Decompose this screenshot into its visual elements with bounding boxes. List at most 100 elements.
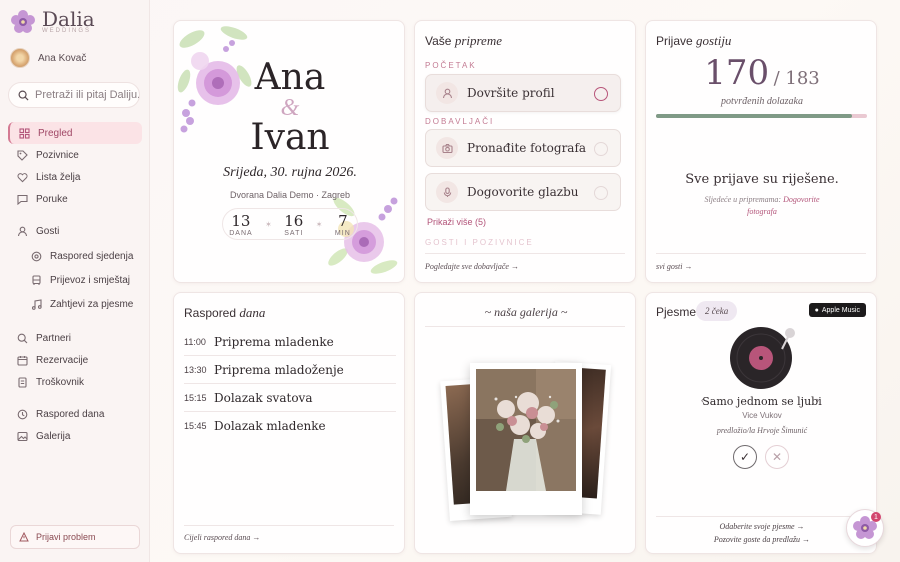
- task-checkbox[interactable]: [594, 186, 608, 200]
- camera-icon: [436, 137, 458, 159]
- search-input[interactable]: Pretraži ili pitaj Daliju...: [35, 89, 139, 101]
- music-note-icon: [30, 298, 42, 310]
- rsvp-count: 170 / 183: [646, 53, 876, 93]
- report-label: Prijavi problem: [36, 532, 96, 542]
- sidebar-item-label: Raspored dana: [36, 408, 105, 420]
- full-schedule-link[interactable]: Cijeli raspored dana →: [184, 533, 260, 542]
- rsvp-done-message: Sve prijave su riješene.: [685, 172, 839, 187]
- countdown-days: 13 DANA: [229, 211, 253, 237]
- all-guests-link[interactable]: svi gosti →: [656, 262, 692, 271]
- task-label: Dogovorite glazbu: [467, 185, 579, 199]
- receipt-icon: [16, 376, 28, 388]
- schedule-row[interactable]: 15:45 Dolazak mladenke: [184, 412, 396, 440]
- sidebar-item-label: Pregled: [38, 127, 73, 139]
- sidebar-item-raspored-sjedenja[interactable]: Raspored sjedenja: [22, 245, 142, 267]
- rsvp-total: / 183: [773, 68, 820, 89]
- user-icon: [436, 82, 458, 104]
- song-artist: Vice Vukov: [742, 411, 782, 420]
- photo-front[interactable]: [470, 363, 582, 515]
- search-icon: [18, 90, 29, 101]
- sidebar-item-partneri[interactable]: Partneri: [8, 327, 142, 349]
- sidebar-item-label: Partneri: [36, 332, 72, 344]
- choose-songs-link[interactable]: Odaberite svoje pjesme →: [646, 522, 876, 531]
- user-name: Ana Kovač: [38, 52, 87, 64]
- search-box[interactable]: Pretraži ili pitaj Daliju...: [8, 82, 140, 108]
- rsvp-confirmed: 170: [704, 53, 770, 93]
- bus-icon: [30, 274, 42, 286]
- apple-icon: ●: [814, 306, 819, 314]
- sidebar: Dalia WEDDINGS Ana Kovač Pretraži ili pi…: [0, 0, 150, 562]
- sidebar-item-label: Raspored sjedenja: [50, 250, 134, 262]
- section-label-guests: GOSTI I POZIVNICE: [425, 238, 534, 247]
- rsvp-progress-fill: [656, 114, 853, 118]
- brand-name: Dalia: [42, 7, 95, 31]
- sidebar-item-gosti[interactable]: Gosti: [8, 220, 142, 242]
- apple-music-badge[interactable]: ● Apple Music: [808, 303, 866, 317]
- sidebar-item-galerija[interactable]: Galerija: [8, 425, 142, 447]
- close-icon: ✕: [771, 450, 783, 464]
- schedule-row[interactable]: 11:00 Priprema mladenke: [184, 328, 396, 356]
- sidebar-item-pregled[interactable]: Pregled: [8, 122, 142, 144]
- task-arrange-music[interactable]: Dogovorite glazbu: [425, 173, 621, 211]
- section-label-vendors: DOBAVLJAČI: [425, 117, 495, 126]
- invite-guests-link[interactable]: Pozovite goste da predlažu →: [646, 535, 876, 544]
- sidebar-item-rezervacije[interactable]: Rezervacije: [8, 349, 142, 371]
- wedding-venue: Dvorana Dalia Demo · Zagreb: [229, 190, 351, 200]
- all-vendors-link[interactable]: Pogledajte sve dobavljače →: [425, 262, 519, 271]
- section-label-start: POČETAK: [425, 61, 477, 70]
- bouquet-photo: [476, 369, 576, 491]
- sidebar-item-label: Zahtjevi za pjesme: [50, 298, 134, 310]
- task-find-photographer[interactable]: Pronađite fotografa: [425, 129, 621, 167]
- task-checkbox[interactable]: [594, 142, 608, 156]
- brand-logo[interactable]: Dalia WEDDINGS: [10, 9, 95, 35]
- rsvp-next-step: Sljedeće u pripremama: Dogovorite fotogra…: [704, 195, 820, 216]
- sidebar-item-label: Pozivnice: [36, 149, 79, 161]
- sidebar-item-prijevoz[interactable]: Prijevoz i smještaj: [22, 269, 142, 291]
- sidebar-item-pozivnice[interactable]: Pozivnice: [8, 144, 142, 166]
- notification-badge: 1: [871, 512, 881, 522]
- microphone-icon: [436, 181, 458, 203]
- assistant-chat-button[interactable]: 1: [846, 509, 884, 547]
- user-profile[interactable]: Ana Kovač: [10, 48, 86, 68]
- pending-badge: 2 čeka: [696, 301, 738, 321]
- sidebar-item-label: Gosti: [36, 225, 60, 237]
- sidebar-item-zahtjevi[interactable]: Zahtjevi za pjesme: [22, 293, 142, 315]
- card-title: Prijave gostiju: [656, 33, 732, 48]
- task-label: Pronađite fotografa: [467, 141, 587, 155]
- next-song-button[interactable]: ›: [816, 395, 819, 405]
- flower-logo-icon: [11, 10, 35, 33]
- heart-icon: [16, 171, 28, 183]
- countdown: 13 DANA ✶ 16 SATI ✶ 7 MIN: [222, 208, 358, 240]
- report-problem-button[interactable]: Prijavi problem: [10, 525, 140, 549]
- calendar-icon: [16, 354, 28, 366]
- sidebar-item-raspored-dana[interactable]: Raspored dana: [8, 403, 142, 425]
- check-icon: ✓: [739, 450, 751, 464]
- show-more-link[interactable]: Prikaži više (5): [427, 217, 486, 227]
- couple-card: Ana & Ivan Srijeda, 30. rujna 2026. Dvor…: [173, 20, 405, 283]
- task-label: Dovršite profil: [467, 86, 555, 100]
- sidebar-item-lista-zelja[interactable]: Lista želja: [8, 166, 142, 188]
- schedule-row[interactable]: 13:30 Priprema mladoženje: [184, 356, 396, 384]
- sidebar-item-label: Lista želja: [36, 171, 81, 183]
- sidebar-item-label: Prijevoz i smještaj: [50, 274, 131, 286]
- task-checkbox[interactable]: [594, 87, 608, 101]
- gallery-card: ~ naša galerija ~: [414, 292, 636, 554]
- rsvp-card: Prijave gostiju 170 / 183 potvrđenih dol…: [645, 20, 877, 283]
- brand-sub: WEDDINGS: [42, 28, 91, 34]
- reject-song-button[interactable]: ✕: [765, 445, 789, 469]
- wedding-date: Srijeda, 30. rujna 2026.: [223, 165, 357, 180]
- card-title: Raspored dana: [184, 305, 266, 320]
- sidebar-item-poruke[interactable]: Poruke: [8, 188, 142, 210]
- task-complete-profile[interactable]: Dovršite profil: [425, 74, 621, 112]
- songs-card: Pjesme 2 čeka ● Apple Music ‹ Samo jednom…: [645, 292, 877, 554]
- sidebar-item-label: Rezervacije: [36, 354, 89, 366]
- image-icon: [16, 430, 28, 442]
- search-icon: [16, 332, 28, 344]
- approve-song-button[interactable]: ✓: [733, 445, 757, 469]
- next-step-link[interactable]: Dogovorite: [783, 195, 819, 204]
- message-icon: [16, 193, 28, 205]
- song-title: Samo jednom se ljubi: [702, 395, 822, 408]
- sidebar-item-troskovnik[interactable]: Troškovnik: [8, 371, 142, 393]
- schedule-row[interactable]: 15:15 Dolazak svatova: [184, 384, 396, 412]
- avatar: [10, 48, 30, 68]
